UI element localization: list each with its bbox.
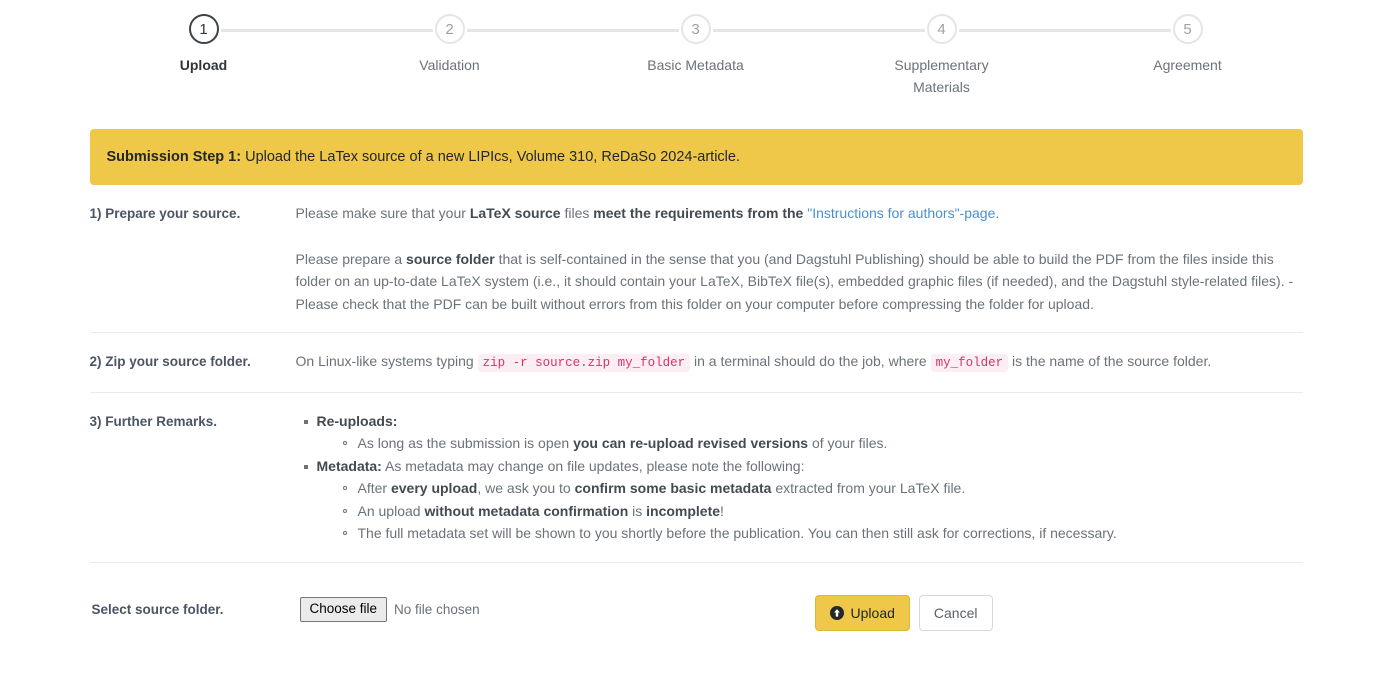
stepper-step-5[interactable]: 5 Agreement — [1064, 14, 1311, 76]
prepare-source-row: 1) Prepare your source. Please make sure… — [89, 185, 1303, 333]
reupload-bold: you can re-upload revised versions — [573, 435, 809, 451]
zip-source-label: 2) Zip your source folder. — [89, 354, 251, 369]
choose-file-button[interactable]: Choose file — [299, 597, 388, 622]
stepper-step-3[interactable]: 3 Basic Metadata — [572, 14, 819, 76]
my-folder-code: my_folder — [930, 354, 1009, 372]
stepper-step-2-label: Validation — [419, 57, 480, 73]
stepper-connector-4-right — [958, 29, 1065, 32]
metadata-sub2-c: is — [628, 502, 647, 519]
zip-text-b: in a terminal should do the job, where — [690, 353, 931, 369]
prepare-paragraph-1: Please make sure that your LaTeX source … — [296, 202, 1303, 225]
stepper-step-2-number: 2 — [434, 14, 465, 44]
file-input[interactable]: Choose file No file chosen — [299, 597, 480, 622]
metadata-sub1-bold-every-upload: every upload — [390, 480, 478, 496]
metadata-sub1-a: After — [357, 480, 391, 496]
upload-circle-arrow-icon — [829, 605, 844, 620]
prepare-paragraph-2: Please prepare a source folder that is s… — [296, 248, 1303, 316]
stepper-step-1[interactable]: 1 Upload — [81, 14, 327, 76]
re-uploads-heading: Re-uploads: — [316, 412, 398, 429]
submission-step-alert: Submission Step 1: Upload the LaTex sour… — [89, 129, 1303, 185]
form-actions: Upload Cancel — [814, 589, 993, 631]
alert-strong-label: Submission Step 1: — [106, 149, 242, 165]
remarks-list: Re-uploads: As long as the submission is… — [296, 410, 1303, 545]
metadata-sub1-c: , we ask you to — [477, 480, 575, 496]
prepare-p1-text-e: . — [995, 205, 1000, 221]
metadata-sub2-a: An upload — [357, 502, 425, 519]
instructions-for-authors-link[interactable]: "Instructions for authors"-page — [807, 205, 995, 221]
upload-button-label: Upload — [850, 604, 895, 621]
list-item: As long as the submission is open you ca… — [342, 432, 1303, 455]
stepper-connector-2-left — [326, 29, 433, 32]
stepper-step-4-label: Supplementary Materials — [894, 57, 989, 95]
metadata-heading: Metadata: — [316, 457, 382, 474]
stepper-step-3-number: 3 — [680, 14, 711, 44]
alert-text: Upload the LaTex source of a new LIPIcs,… — [241, 149, 740, 165]
stepper-connector-3-left — [572, 29, 679, 32]
upload-button[interactable]: Upload — [814, 594, 910, 631]
list-item: Re-uploads: As long as the submission is… — [303, 410, 1303, 455]
metadata-sub1-e: extracted from your LaTeX file. — [771, 480, 966, 496]
metadata-intro-text: As metadata may change on file updates, … — [381, 457, 805, 474]
stepper-step-4-number: 4 — [926, 14, 957, 44]
metadata-sublist: After every upload, we ask you to confir… — [317, 477, 1303, 545]
prepare-p2-bold-source-folder: source folder — [406, 250, 495, 267]
select-source-folder-form: Select source folder. Choose file No fil… — [90, 563, 1303, 631]
zip-paragraph: On Linux-like systems typing zip -r sour… — [296, 350, 1303, 375]
prepare-p1-bold-latex-source: LaTeX source — [469, 205, 561, 221]
metadata-sub1-bold-confirm: confirm some basic metadata — [574, 480, 772, 496]
stepper-connector-5-left — [1064, 29, 1171, 32]
zip-command-code: zip -r source.zip my_folder — [477, 354, 691, 372]
metadata-sub2-bold-without: without metadata confirmation — [424, 502, 629, 519]
list-item: An upload without metadata confirmation … — [342, 500, 1303, 523]
stepper-step-5-label: Agreement — [1153, 57, 1222, 73]
list-item: The full metadata set will be shown to y… — [342, 522, 1303, 545]
further-remarks-body: Re-uploads: As long as the submission is… — [296, 410, 1303, 545]
list-item: After every upload, we ask you to confir… — [342, 477, 1303, 500]
stepper-connector-1-right — [220, 29, 327, 32]
stepper-step-1-label: Upload — [179, 57, 228, 73]
stepper-step-5-number: 5 — [1172, 14, 1203, 44]
stepper-connector-4-left — [818, 29, 925, 32]
cancel-button[interactable]: Cancel — [918, 594, 993, 631]
prepare-p1-bold-requirements: meet the requirements from the — [593, 205, 808, 221]
zip-text-a: On Linux-like systems typing — [295, 353, 478, 369]
prepare-p1-text-c: files — [560, 205, 594, 221]
further-remarks-row: 3) Further Remarks. Re-uploads: As long … — [89, 393, 1303, 563]
reupload-text-c: of your files. — [808, 435, 888, 451]
prepare-p1-text-a: Please make sure that your — [295, 205, 470, 221]
prepare-p2-text-a: Please prepare a — [295, 250, 407, 267]
stepper-connector-3-right — [712, 29, 819, 32]
further-remarks-label: 3) Further Remarks. — [89, 413, 218, 429]
prepare-source-label: 1) Prepare your source. — [89, 206, 241, 221]
stepper-step-3-label: Basic Metadata — [647, 57, 744, 73]
stepper-step-1-number: 1 — [188, 14, 219, 44]
stepper-step-2[interactable]: 2 Validation — [326, 14, 573, 76]
select-source-folder-label: Select source folder. — [91, 602, 224, 617]
metadata-sub2-bold-incomplete: incomplete — [646, 502, 721, 519]
reupload-text-a: As long as the submission is open — [357, 435, 574, 451]
prepare-source-body: Please make sure that your LaTeX source … — [296, 202, 1303, 315]
list-item: Metadata: As metadata may change on file… — [303, 455, 1303, 545]
stepper-step-4[interactable]: 4 Supplementary Materials — [818, 14, 1065, 98]
stepper-connector-2-right — [466, 29, 573, 32]
metadata-sub2-e: ! — [720, 502, 724, 519]
progress-stepper: 1 Upload 2 Validation 3 Basic Metadata 4… — [81, 0, 1311, 98]
file-chosen-status: No file chosen — [394, 602, 480, 617]
zip-text-c: is the name of the source folder. — [1008, 353, 1212, 369]
zip-source-row: 2) Zip your source folder. On Linux-like… — [89, 333, 1303, 393]
re-uploads-sublist: As long as the submission is open you ca… — [317, 432, 1303, 455]
zip-source-body: On Linux-like systems typing zip -r sour… — [296, 350, 1303, 375]
